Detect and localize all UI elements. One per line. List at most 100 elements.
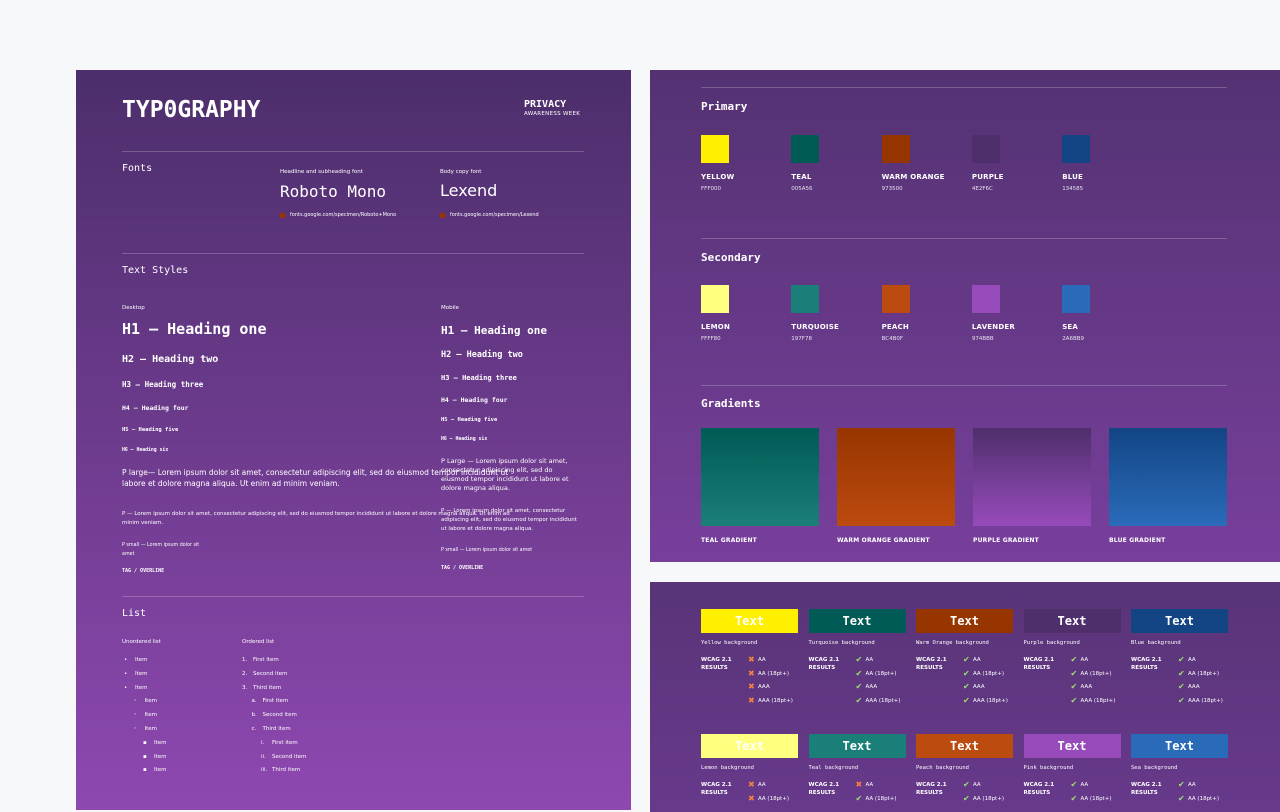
color-name: TURQUOISE	[791, 323, 839, 331]
color-swatch-purple	[971, 135, 1000, 163]
check-icon: ✔	[1178, 655, 1185, 664]
list-marker: •	[124, 684, 128, 691]
list-marker: a.	[251, 698, 257, 705]
color-swatch-turquoise	[791, 285, 820, 313]
style-p-small: P small — Lorem ipsum dolor sit amet	[441, 548, 533, 553]
unordered-list-label: Unordered list	[122, 639, 161, 645]
check-icon: ✔	[1178, 696, 1185, 706]
headline-font-label: Headline and subheading font	[280, 169, 363, 175]
color-name: LEMON	[701, 323, 731, 331]
gradients-heading: Gradients	[701, 397, 761, 410]
results-label: RESULTS	[1023, 790, 1051, 796]
results-label: RESULTS	[916, 790, 943, 796]
secondary-heading: Secondary	[701, 251, 761, 264]
list-item: Item	[154, 753, 167, 760]
link-icon	[280, 213, 285, 218]
check-icon: ✔	[1178, 793, 1185, 803]
wcag-level: AA (18pt+)	[1188, 795, 1219, 802]
results-label: RESULTS	[1131, 790, 1158, 796]
check-icon: ✔	[855, 668, 863, 678]
style-p: P — Lorem ipsum dolor sit amet, consecte…	[441, 508, 577, 532]
list-marker: ▪	[143, 767, 147, 774]
divider	[701, 385, 1227, 386]
gradient-swatch	[1109, 428, 1227, 526]
list-item: Item	[154, 739, 167, 746]
check-icon: ✔	[1070, 682, 1078, 692]
ordered-list-label: Ordered list	[242, 639, 275, 645]
wcag-level: AA	[758, 782, 766, 788]
wcag-level: AA	[973, 782, 981, 788]
style-h5: H5 — Heading five	[441, 417, 498, 423]
check-icon: ✔	[963, 668, 970, 678]
body-font-link[interactable]: fonts.google.com/specimen/Lexend	[450, 212, 539, 218]
wcag-level: AA (18pt+)	[973, 795, 1004, 802]
results-label: RESULTS	[916, 665, 943, 671]
wcag-level: AA	[865, 657, 874, 663]
wcag-level: AAA (18pt+)	[758, 698, 793, 705]
wcag-level: AA	[1080, 657, 1089, 663]
color-name: PEACH	[881, 323, 909, 331]
body-font-name: Lexend	[440, 181, 498, 200]
list-item: Item	[144, 712, 158, 719]
divider	[122, 151, 584, 152]
style-p-small: P small — Lorem ipsum dolor sit amet	[122, 543, 200, 557]
contrast-label: Sea background	[1131, 765, 1178, 771]
contrast-label: Yellow background	[701, 640, 758, 646]
wcag-level: AA (18pt+)	[1188, 670, 1219, 677]
color-name: SEA	[1062, 323, 1079, 331]
color-swatch-peach	[881, 285, 910, 313]
style-h6: H6 — Heading six	[122, 448, 169, 453]
check-icon: ✔	[1070, 668, 1078, 678]
list-item: Item	[154, 767, 167, 774]
color-hex: 2A6BB9	[1062, 336, 1084, 342]
wcag-level: AA (18pt+)	[1080, 795, 1112, 802]
color-hex: 4E2F6C	[971, 186, 993, 192]
check-icon: ✔	[1070, 793, 1078, 803]
check-icon: ✔	[1178, 668, 1185, 678]
text-styles-heading: Text Styles	[122, 265, 189, 276]
list-item: Third item	[272, 767, 301, 774]
gradient-name: BLUE GRADIENT	[1109, 537, 1166, 544]
results-label: RESULTS	[808, 665, 836, 671]
list-marker: •	[124, 670, 128, 677]
style-p-large: P Large — Lorem ipsum dolor sit amet, co…	[441, 457, 569, 492]
check-icon: ✔	[963, 780, 970, 789]
style-tag: TAG / OVERLINE	[441, 565, 484, 571]
list-item: Third item	[262, 726, 291, 732]
results-label: RESULTS	[701, 790, 728, 796]
gradient-name: PURPLE GRADIENT	[973, 537, 1039, 544]
wcag-label: WCAG 2.1	[1131, 782, 1162, 788]
color-swatch-yellow	[701, 135, 729, 163]
style-h2: H2 — Heading two	[122, 354, 219, 365]
divider	[122, 596, 584, 597]
color-swatch-lemon	[701, 285, 729, 313]
wcag-level: AA (18pt+)	[758, 670, 789, 677]
body-font-label: Body copy font	[440, 169, 482, 175]
contrast-sample: Text	[808, 609, 906, 633]
cross-icon: ✖	[748, 655, 755, 664]
wcag-level: AA	[1080, 782, 1089, 788]
style-tag: TAG / OVERLINE	[122, 568, 165, 574]
wcag-level: AA (18pt+)	[865, 670, 897, 677]
gradient-swatch	[701, 428, 819, 526]
color-hex: 005A56	[791, 186, 813, 192]
contrast-sample: Text	[916, 734, 1013, 758]
style-h3: H3 — Heading three	[122, 380, 204, 389]
headline-font-link[interactable]: fonts.google.com/specimen/Roboto+Mono	[290, 212, 396, 218]
colors-card: Primary YELLOW FFF000 TEAL 005A56 WARM ORANGE…	[650, 70, 1280, 562]
list-item: First item	[253, 657, 279, 663]
color-swatch-teal	[791, 135, 820, 163]
contrast-label: Peach background	[916, 765, 969, 771]
gradient-swatch	[973, 428, 1091, 526]
list-marker: •	[124, 657, 128, 663]
logo-subtitle: AWARENESS WEEK	[524, 111, 581, 117]
cross-icon: ✖	[748, 793, 755, 803]
contrast-label: Blue background	[1131, 640, 1181, 646]
color-hex: 197F78	[791, 336, 812, 342]
wcag-level: AAA	[1188, 684, 1200, 691]
color-swatch-lavender	[971, 285, 1000, 313]
wcag-label: WCAG 2.1	[916, 782, 947, 788]
list-marker: ii.	[261, 753, 266, 760]
contrast-sample: Text	[701, 609, 798, 633]
wcag-level: AAA (18pt+)	[973, 698, 1008, 705]
